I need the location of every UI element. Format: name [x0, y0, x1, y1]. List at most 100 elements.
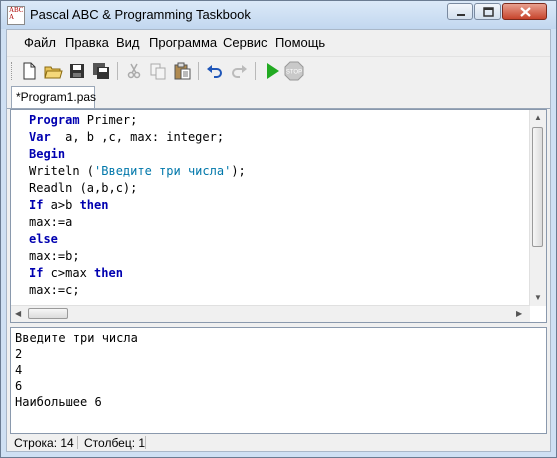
new-file-icon [23, 62, 36, 80]
code-text: max:=a [29, 215, 73, 229]
output-line: Введите три числа [15, 331, 138, 345]
scroll-right-icon[interactable]: ▶ [516, 309, 522, 318]
menu-file[interactable]: Файл [24, 35, 56, 50]
play-icon [267, 63, 279, 79]
stop-icon: STOP [284, 61, 304, 81]
status-separator [77, 436, 78, 449]
paste-button[interactable] [172, 61, 192, 81]
code-keyword: then [94, 266, 123, 280]
code-text: a>b [43, 198, 80, 212]
menu-help[interactable]: Помощь [275, 35, 325, 50]
status-separator [145, 436, 146, 449]
code-editor[interactable]: Program Primer; Var a, b ,c, max: integer… [10, 109, 547, 323]
undo-button[interactable] [205, 61, 225, 81]
paste-icon [174, 62, 191, 80]
save-all-icon [93, 63, 109, 79]
code-string: 'Введите три числа' [94, 164, 232, 178]
open-button[interactable] [43, 61, 63, 81]
save-button[interactable] [67, 61, 87, 81]
minimize-icon [457, 14, 465, 16]
code-text: Readln (a,b,c); [29, 181, 138, 195]
scroll-left-icon[interactable]: ◀ [15, 309, 21, 318]
tab-program1[interactable]: *Program1.pas [11, 86, 97, 108]
menu-service[interactable]: Сервис [223, 35, 268, 50]
code-line[interactable]: Writeln ('Введите три числа'); [29, 163, 519, 180]
code-line[interactable]: If a>b then [29, 197, 519, 214]
menu-bar: Файл Правка Вид Программа Сервис Помощь [7, 30, 550, 54]
editor-vertical-scrollbar[interactable]: ▲ ▼ [529, 110, 546, 306]
code-text: max:=b; [29, 249, 80, 263]
code-keyword: Program [29, 113, 80, 127]
code-line[interactable]: If c>max then [29, 265, 519, 282]
code-keyword: Begin [29, 147, 66, 161]
menu-program[interactable]: Программа [149, 35, 217, 50]
save-icon [70, 64, 84, 78]
code-keyword: If [29, 266, 44, 280]
output-panel[interactable]: Введите три числа 2 4 6 Наибольшее 6 [10, 327, 547, 434]
client-area: Файл Правка Вид Программа Сервис Помощь [6, 29, 551, 452]
undo-icon [207, 65, 222, 78]
toolbar: STOP [7, 56, 550, 87]
new-file-button[interactable] [19, 61, 39, 81]
tab-label: Program1.pas [20, 90, 97, 104]
code-text: Writeln ( [29, 164, 95, 178]
code-line[interactable]: Var a, b ,c, max: integer; [29, 129, 519, 146]
code-line[interactable]: else [29, 231, 519, 248]
save-all-button[interactable] [91, 61, 111, 81]
run-button[interactable] [262, 61, 282, 81]
scroll-up-icon[interactable]: ▲ [534, 113, 542, 122]
code-area[interactable]: Program Primer; Var a, b ,c, max: integer… [29, 112, 519, 296]
code-text: max:=c; [29, 283, 80, 296]
output-line: 4 [15, 363, 23, 377]
code-line[interactable]: max:=b; [29, 248, 519, 265]
app-window: ABC A Pascal ABC & Programming Taskbook … [0, 0, 557, 458]
code-line[interactable]: Begin [29, 146, 519, 163]
open-folder-icon [44, 66, 63, 79]
menu-view[interactable]: Вид [116, 35, 140, 50]
vertical-scroll-thumb[interactable] [532, 127, 543, 247]
window-title: Pascal ABC & Programming Taskbook [30, 7, 251, 22]
close-button[interactable] [502, 3, 547, 20]
code-keyword: Var [29, 130, 51, 144]
toolbar-grip[interactable] [11, 62, 15, 80]
copy-button[interactable] [148, 61, 168, 81]
code-text: ); [231, 164, 246, 178]
pascal-app-icon: ABC A [7, 6, 25, 25]
minimize-button[interactable] [447, 3, 473, 20]
code-line[interactable]: Program Primer; [29, 112, 519, 129]
toolbar-separator [198, 62, 199, 80]
output-line: 2 [15, 347, 23, 361]
code-text: a, b ,c, max: integer; [50, 130, 225, 144]
code-keyword: If [29, 198, 44, 212]
code-text: Primer; [79, 113, 138, 127]
code-keyword: then [79, 198, 109, 212]
code-line[interactable]: max:=a [29, 214, 519, 231]
scissors-icon [127, 63, 141, 79]
status-row: Строка: 14 [14, 436, 74, 450]
output-line: 6 [15, 379, 23, 393]
stop-label: STOP [286, 70, 302, 76]
close-icon [520, 7, 531, 17]
redo-button[interactable] [229, 61, 249, 81]
output-line: Наибольшее 6 [15, 395, 102, 409]
toolbar-separator [117, 62, 118, 80]
toolbar-separator [255, 62, 256, 80]
maximize-button[interactable] [474, 3, 501, 20]
editor-tabs: *Program1.pas [7, 86, 550, 109]
maximize-icon [483, 7, 494, 17]
status-bar: Строка: 14 Столбец: 1 [7, 434, 550, 451]
scroll-down-icon[interactable]: ▼ [534, 293, 542, 302]
title-bar[interactable]: ABC A Pascal ABC & Programming Taskbook [1, 1, 556, 29]
stop-button[interactable]: STOP [284, 61, 304, 81]
editor-horizontal-scrollbar[interactable]: ◀ ▶ [11, 305, 530, 322]
code-text: c>max [43, 266, 95, 280]
code-line[interactable]: max:=c; [29, 282, 519, 296]
menu-edit[interactable]: Правка [65, 35, 109, 50]
code-keyword: else [29, 232, 58, 246]
horizontal-scroll-thumb[interactable] [28, 308, 68, 319]
cut-button[interactable] [124, 61, 144, 81]
code-line[interactable]: Readln (a,b,c); [29, 180, 519, 197]
copy-icon [150, 63, 166, 80]
app-icon-text-2: A [9, 13, 15, 21]
redo-icon [232, 65, 247, 78]
